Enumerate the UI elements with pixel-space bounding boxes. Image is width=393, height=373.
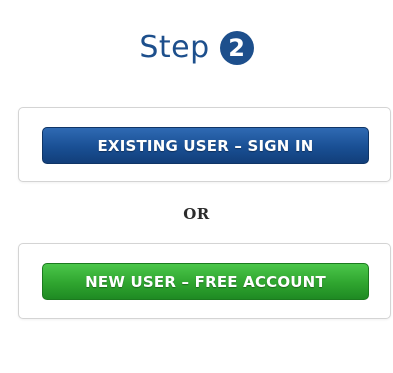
new-user-panel: NEW USER – FREE ACCOUNT [18,243,391,319]
or-separator: OR [183,205,210,223]
existing-user-panel: EXISTING USER – SIGN IN [18,107,391,182]
new-user-free-account-button[interactable]: NEW USER – FREE ACCOUNT [42,263,369,300]
step-number-badge: 2 [219,31,254,65]
step-label: Step [139,30,210,65]
existing-user-sign-in-button[interactable]: EXISTING USER – SIGN IN [42,127,369,164]
step-heading: Step 2 [0,30,393,66]
